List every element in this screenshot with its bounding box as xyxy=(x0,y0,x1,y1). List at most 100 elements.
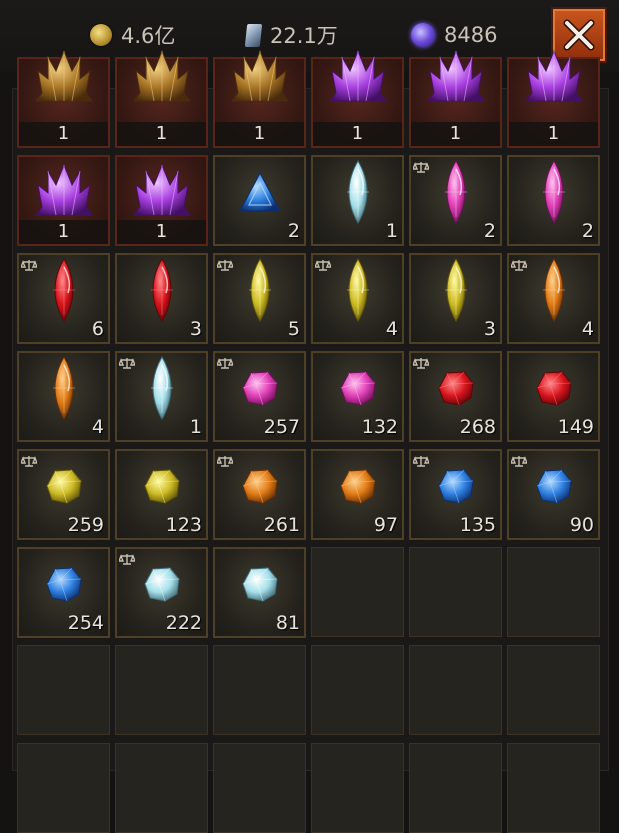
scale-icon xyxy=(19,256,39,275)
gem-slot[interactable]: 3 xyxy=(409,253,502,344)
gem-slot[interactable]: 4 xyxy=(311,253,404,344)
gold-coin-icon xyxy=(90,24,112,46)
slot-quantity: 2 xyxy=(581,220,594,242)
gem-slot[interactable]: 97 xyxy=(311,449,404,540)
slot-quantity: 4 xyxy=(91,416,104,438)
gem-slot[interactable]: 3 xyxy=(115,253,208,344)
gem-slot[interactable]: 149 xyxy=(507,351,600,442)
gem-slot[interactable]: 6 xyxy=(17,253,110,344)
gem-slot[interactable]: 1 xyxy=(115,49,208,148)
slot-quantity: 3 xyxy=(189,318,202,340)
gem-slot[interactable]: 261 xyxy=(213,449,306,540)
scale-icon xyxy=(215,354,235,373)
gem-slot[interactable]: 222 xyxy=(115,547,208,638)
shard-amount: 22.1万 xyxy=(270,24,338,48)
empty-slot xyxy=(115,645,208,735)
orange-marquise-icon xyxy=(534,257,574,327)
gem-slot[interactable]: 5 xyxy=(213,253,306,344)
ice-rough-icon xyxy=(241,565,279,607)
empty-slot xyxy=(311,743,404,833)
gem-slot[interactable]: 2 xyxy=(213,155,306,246)
orange-marquise-icon xyxy=(44,355,84,425)
empty-slot xyxy=(17,743,110,833)
slot-quantity: 132 xyxy=(361,416,398,438)
empty-slot xyxy=(507,645,600,735)
gem-slot[interactable]: 90 xyxy=(507,449,600,540)
pink-marquise-icon xyxy=(436,159,476,229)
slot-quantity: 90 xyxy=(569,514,594,536)
gem-slot[interactable]: 4 xyxy=(507,253,600,344)
gem-slot[interactable]: 81 xyxy=(213,547,306,638)
slot-quantity: 5 xyxy=(287,318,300,340)
gem-slot[interactable]: 1 xyxy=(17,155,110,246)
amber-crystal-icon xyxy=(132,49,192,111)
gem-slot[interactable]: 123 xyxy=(115,449,208,540)
gem-slot[interactable]: 4 xyxy=(17,351,110,442)
slot-quantity: 123 xyxy=(165,514,202,536)
gem-slot[interactable]: 257 xyxy=(213,351,306,442)
yellow-rough-icon xyxy=(45,467,83,509)
slot-quantity: 268 xyxy=(459,416,496,438)
gem-slot[interactable]: 268 xyxy=(409,351,502,442)
gem-slot[interactable]: 259 xyxy=(17,449,110,540)
gem-slot[interactable]: 1 xyxy=(115,351,208,442)
slot-quantity: 1 xyxy=(19,122,108,146)
scale-icon xyxy=(411,354,431,373)
slot-quantity: 1 xyxy=(189,416,202,438)
purple-crystal-icon xyxy=(328,49,388,111)
gem-slot[interactable]: 1 xyxy=(213,49,306,148)
gem-slot[interactable]: 1 xyxy=(311,155,404,246)
slot-quantity: 259 xyxy=(67,514,104,536)
slot-quantity: 4 xyxy=(385,318,398,340)
empty-slot xyxy=(409,547,502,637)
empty-slot xyxy=(507,743,600,833)
pink-rough-icon xyxy=(241,369,279,411)
gem-slot[interactable]: 1 xyxy=(507,49,600,148)
amber-crystal-icon xyxy=(34,49,94,111)
blue-triangle-icon xyxy=(238,171,282,217)
gem-slot[interactable]: 254 xyxy=(17,547,110,638)
slot-quantity: 1 xyxy=(385,220,398,242)
purple-crystal-icon xyxy=(524,49,584,111)
gold-currency: 4.6亿 xyxy=(90,18,175,52)
shard-currency: 22.1万 xyxy=(244,18,338,52)
slot-quantity: 1 xyxy=(117,220,206,244)
orb-amount: 8486 xyxy=(444,23,498,47)
gold-amount: 4.6亿 xyxy=(121,24,176,48)
slot-quantity: 222 xyxy=(165,612,202,634)
gem-slot[interactable]: 2 xyxy=(507,155,600,246)
ice-marquise-icon xyxy=(142,355,182,425)
empty-slot xyxy=(213,645,306,735)
orange-rough-icon xyxy=(339,467,377,509)
empty-slot xyxy=(213,743,306,833)
empty-slot xyxy=(17,645,110,735)
slot-quantity: 1 xyxy=(19,220,108,244)
shard-icon xyxy=(244,23,263,47)
empty-slot xyxy=(311,645,404,735)
gem-inventory-panel: 1 1 1 1 1 1 1 1 2 1 2 2 6 3 5 4 3 4 4 1 257 132 268 149 259 123 26… xyxy=(12,49,609,833)
slot-quantity: 4 xyxy=(581,318,594,340)
yellow-marquise-icon xyxy=(338,257,378,327)
slot-quantity: 1 xyxy=(411,122,500,146)
gem-slot[interactable]: 1 xyxy=(115,155,208,246)
gem-slot[interactable]: 135 xyxy=(409,449,502,540)
empty-slot xyxy=(311,547,404,637)
slot-quantity: 3 xyxy=(483,318,496,340)
scale-icon xyxy=(411,452,431,471)
slot-quantity: 261 xyxy=(263,514,300,536)
gem-slot[interactable]: 1 xyxy=(311,49,404,148)
yellow-rough-icon xyxy=(143,467,181,509)
red-rough-icon xyxy=(437,369,475,411)
scale-icon xyxy=(215,452,235,471)
slot-quantity: 254 xyxy=(67,612,104,634)
gem-slot[interactable]: 2 xyxy=(409,155,502,246)
yellow-marquise-icon xyxy=(240,257,280,327)
scale-icon xyxy=(215,256,235,275)
gem-slot[interactable]: 1 xyxy=(409,49,502,148)
empty-slot xyxy=(409,743,502,833)
gem-slot[interactable]: 1 xyxy=(17,49,110,148)
slot-quantity: 1 xyxy=(117,122,206,146)
amber-crystal-icon xyxy=(230,49,290,111)
gem-slot[interactable]: 132 xyxy=(311,351,404,442)
orb-currency: 8486 xyxy=(411,18,497,52)
